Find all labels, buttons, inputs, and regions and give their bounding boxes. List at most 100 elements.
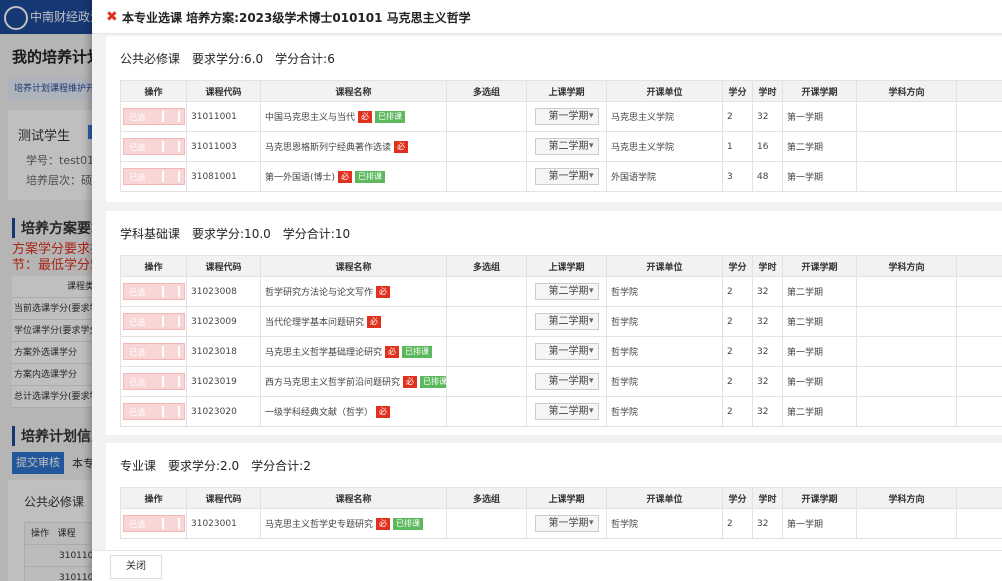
select-toggle[interactable]: 已选	[122, 515, 185, 532]
column-header: 操作	[120, 255, 187, 277]
term-select[interactable]: 第一学期	[534, 168, 599, 185]
toggle-knob-icon	[161, 316, 180, 327]
select-toggle[interactable]: 已选	[122, 373, 185, 390]
credit: 2	[722, 508, 753, 539]
toggle-knob-icon	[161, 111, 180, 122]
offering-unit: 外国语学院	[606, 161, 723, 192]
select-toggle[interactable]: 已选	[122, 283, 185, 300]
term-cell: 第一学期	[526, 336, 607, 367]
term-cell: 第二学期	[526, 306, 607, 337]
table-row: 已选31023009当代伦理学基本问题研究必第二学期哲学院232第二学期	[120, 306, 1002, 337]
table-row: 已选31081001第一外国语(博士)必已排课第一学期外国语学院348第一学期	[120, 161, 1002, 192]
column-header: 课程名称	[260, 255, 447, 277]
toggle-label: 已选	[129, 113, 146, 122]
modal-footer: 关闭	[92, 550, 1002, 581]
select-toggle[interactable]: 已选	[122, 343, 185, 360]
column-header-extra	[956, 80, 1002, 102]
select-toggle[interactable]: 已选	[122, 108, 185, 125]
column-header-extra	[956, 255, 1002, 277]
section-required: 要求学分:10.0	[192, 227, 271, 241]
required-badge: 必	[358, 111, 373, 124]
course-name-cell: 中国马克思主义与当代必已排课	[260, 101, 447, 132]
required-badge: 必	[403, 376, 418, 389]
column-header: 学科方向	[856, 80, 957, 102]
modal-body[interactable]: 公共必修课 要求学分:6.0 学分合计:6 操作 课程代码 课程名称 多选组 上课学期 开课单位…	[92, 34, 1002, 550]
term-cell: 第二学期	[526, 276, 607, 307]
section-title: 专业课 要求学分:2.0 学分合计:2	[120, 457, 323, 474]
term-select[interactable]: 第二学期	[534, 313, 599, 330]
extra-cell	[956, 161, 1002, 192]
hours: 32	[752, 101, 783, 132]
term-select[interactable]: 第一学期	[534, 343, 599, 360]
modal-header: ✖ 本专业选课 培养方案:2023级学术博士010101 马克思主义哲学	[92, 0, 1002, 34]
close-icon[interactable]: ✖	[106, 9, 118, 25]
course-section-card: 学科基础课 要求学分:10.0 学分合计:10 操作 课程代码 课程名称 多选组 上课学期 开课…	[106, 211, 1002, 435]
discipline-direction	[856, 276, 957, 307]
toggle-label: 已选	[129, 143, 146, 152]
table-row: 已选31023001马克思主义哲学史专题研究必已排课第一学期哲学院232第一学期	[120, 508, 1002, 539]
toggle-knob-icon	[161, 286, 180, 297]
toggle-knob-icon	[161, 518, 180, 529]
select-toggle[interactable]: 已选	[122, 138, 185, 155]
column-header: 操作	[120, 487, 187, 509]
open-term: 第一学期	[782, 336, 857, 367]
multi-select-group	[446, 101, 527, 132]
toggle-label: 已选	[129, 408, 146, 417]
close-button[interactable]: 关闭	[110, 555, 162, 579]
select-toggle[interactable]: 已选	[122, 313, 185, 330]
course-name: 中国马克思主义与当代	[265, 112, 356, 123]
open-term: 第二学期	[782, 276, 857, 307]
table-row: 已选31023019西方马克思主义哲学前沿问题研究必已排课第一学期哲学院232第…	[120, 366, 1002, 397]
required-badge: 必	[376, 286, 391, 299]
course-code: 31023009	[186, 306, 261, 337]
column-header: 学科方向	[856, 255, 957, 277]
hours: 32	[752, 366, 783, 397]
course-name: 西方马克思主义哲学前沿问题研究	[265, 377, 401, 388]
toggle-knob-icon	[161, 376, 180, 387]
table-row: 已选31011003马克思恩格斯列宁经典著作选读必第二学期马克思主义学院116第…	[120, 131, 1002, 162]
select-toggle[interactable]: 已选	[122, 168, 185, 185]
action-cell: 已选	[120, 366, 187, 397]
course-name: 一级学科经典文献（哲学）	[265, 407, 374, 418]
section-total: 学分合计:2	[251, 459, 311, 473]
term-cell: 第二学期	[526, 131, 607, 162]
course-section-card: 公共必修课 要求学分:6.0 学分合计:6 操作 课程代码 课程名称 多选组 上课学期 开课单位…	[106, 36, 1002, 202]
scheduled-badge: 已排课	[375, 111, 406, 124]
multi-select-group	[446, 306, 527, 337]
course-name-cell: 当代伦理学基本问题研究必	[260, 306, 447, 337]
open-term: 第二学期	[782, 306, 857, 337]
term-select[interactable]: 第二学期	[534, 283, 599, 300]
action-cell: 已选	[120, 101, 187, 132]
course-code: 31023008	[186, 276, 261, 307]
required-badge: 必	[376, 518, 391, 531]
action-cell: 已选	[120, 336, 187, 367]
extra-cell	[956, 366, 1002, 397]
offering-unit: 哲学院	[606, 276, 723, 307]
select-toggle[interactable]: 已选	[122, 403, 185, 420]
table-row: 已选31023020一级学科经典文献（哲学）必第二学期哲学院232第二学期	[120, 396, 1002, 427]
extra-cell	[956, 306, 1002, 337]
multi-select-group	[446, 161, 527, 192]
section-name: 学科基础课	[120, 227, 181, 241]
term-cell: 第一学期	[526, 508, 607, 539]
term-select[interactable]: 第二学期	[534, 138, 599, 155]
course-name: 当代伦理学基本问题研究	[265, 317, 365, 328]
extra-cell	[956, 336, 1002, 367]
term-select[interactable]: 第一学期	[534, 108, 599, 125]
scheduled-badge: 已排课	[402, 346, 433, 359]
section-title: 学科基础课 要求学分:10.0 学分合计:10	[120, 225, 362, 242]
discipline-direction	[856, 336, 957, 367]
action-cell: 已选	[120, 508, 187, 539]
offering-unit: 哲学院	[606, 508, 723, 539]
term-select[interactable]: 第一学期	[534, 373, 599, 390]
table-row: 已选31011001中国马克思主义与当代必已排课第一学期马克思主义学院232第一…	[120, 101, 1002, 132]
multi-select-group	[446, 131, 527, 162]
open-term: 第一学期	[782, 161, 857, 192]
course-code: 31023019	[186, 366, 261, 397]
term-select[interactable]: 第一学期	[534, 515, 599, 532]
course-name: 哲学研究方法论与论文写作	[265, 287, 374, 298]
toggle-knob-icon	[161, 346, 180, 357]
course-name-cell: 第一外国语(博士) 必已排课	[260, 161, 447, 192]
term-select[interactable]: 第二学期	[534, 403, 599, 420]
term-cell: 第一学期	[526, 366, 607, 397]
